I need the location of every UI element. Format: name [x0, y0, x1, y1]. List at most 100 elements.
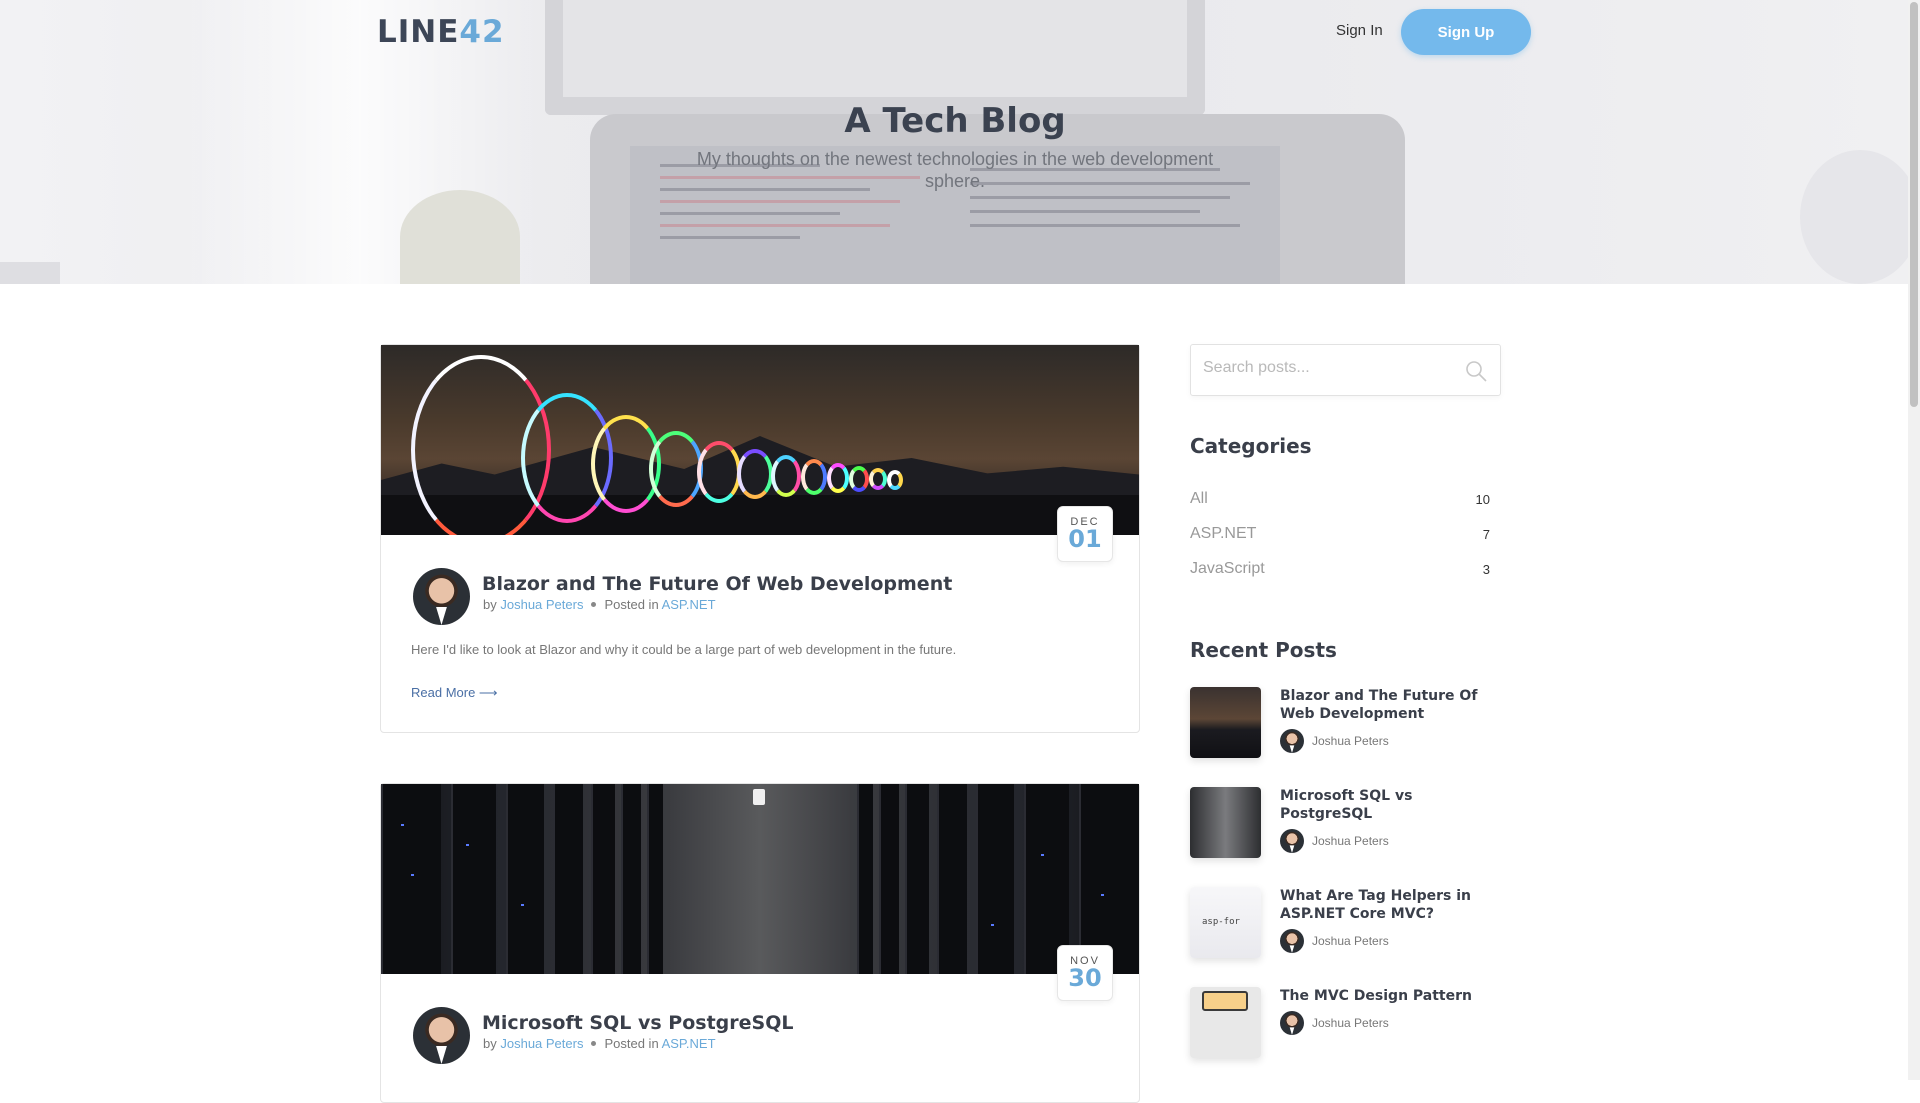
logo-text: LINE	[377, 14, 460, 50]
post-meta: by Joshua Peters Posted in ASP.NET	[483, 1036, 716, 1051]
light-ring	[801, 459, 827, 495]
recent-post-title[interactable]: The MVC Design Pattern	[1280, 987, 1480, 1005]
post-meta: by Joshua Peters Posted in ASP.NET	[483, 597, 716, 612]
hero-monitor-image	[545, 0, 1205, 115]
server-rack	[451, 784, 496, 974]
recent-post-thumbnail[interactable]	[1190, 987, 1261, 1058]
categories-heading: Categories	[1190, 434, 1312, 458]
page-scrollbar[interactable]	[1908, 0, 1920, 1080]
author-avatar	[1280, 729, 1304, 753]
recent-post-thumbnail[interactable]: asp-for	[1190, 887, 1261, 958]
recent-post-author: Joshua Peters	[1312, 1016, 1389, 1030]
sign-up-button[interactable]: Sign Up	[1401, 9, 1531, 55]
server-rack	[553, 784, 583, 974]
logo-accent-text: 42	[459, 14, 505, 50]
light-ring	[737, 449, 773, 499]
category-count: 10	[1475, 492, 1490, 507]
post-title[interactable]: Microsoft SQL vs PostgreSQL	[482, 1012, 793, 1034]
post-author-link[interactable]: Joshua Peters	[500, 1036, 583, 1051]
banner-ceiling-light	[753, 789, 765, 805]
server-rack	[937, 784, 967, 974]
recent-post-author: Joshua Peters	[1312, 834, 1389, 848]
sign-in-link[interactable]: Sign In	[1336, 22, 1383, 39]
server-rack	[905, 784, 929, 974]
post-card: DEC 01 Blazor and The Future Of Web Deve…	[380, 344, 1140, 733]
author-avatar[interactable]	[413, 1007, 470, 1064]
post-banner-server-room-image[interactable]	[381, 784, 1139, 974]
category-item-aspnet[interactable]: ASP.NET 7	[1190, 525, 1490, 543]
recent-post-author: Joshua Peters	[1312, 934, 1389, 948]
light-ring	[869, 468, 887, 490]
server-rack	[976, 784, 1014, 974]
server-led	[401, 824, 404, 826]
author-avatar[interactable]	[413, 568, 470, 625]
post-posted-in-label: Posted in	[604, 597, 659, 612]
hero-speaker-image	[1800, 150, 1920, 284]
server-rack	[381, 784, 441, 974]
category-label: All	[1190, 490, 1208, 507]
recent-post-thumbnail[interactable]	[1190, 787, 1261, 858]
post-card: NOV 30 Microsoft SQL vs PostgreSQL by Jo…	[380, 783, 1140, 1103]
search-box	[1190, 344, 1501, 396]
recent-post-title[interactable]: Microsoft SQL vs PostgreSQL	[1280, 787, 1480, 823]
server-rack	[879, 784, 899, 974]
hero-plant-image	[400, 190, 520, 284]
diagram-box	[1202, 991, 1248, 1011]
page-subtitle: My thoughts on the newest technologies i…	[696, 149, 1214, 191]
post-date-badge: DEC 01	[1057, 506, 1113, 562]
recent-post-item[interactable]: The MVC Design Pattern Joshua Peters	[1190, 987, 1490, 1077]
recent-post-title[interactable]: Blazor and The Future Of Web Development	[1280, 687, 1480, 723]
post-author-link[interactable]: Joshua Peters	[500, 597, 583, 612]
server-rack	[647, 784, 663, 974]
server-rack	[591, 784, 615, 974]
light-ring	[887, 470, 903, 490]
meta-separator	[591, 602, 597, 608]
light-ring	[849, 466, 869, 492]
hero-wall-detail	[0, 262, 60, 284]
light-ring	[697, 441, 741, 503]
page-title: A Tech Blog	[844, 101, 1066, 141]
author-avatar	[1280, 1011, 1304, 1035]
post-excerpt: Here I'd like to look at Blazor and why …	[411, 642, 957, 657]
server-led	[466, 844, 469, 846]
server-led	[991, 924, 994, 926]
category-item-javascript[interactable]: JavaScript 3	[1190, 560, 1490, 578]
thumbnail-code-text: asp-for	[1202, 917, 1240, 927]
light-ring	[771, 455, 801, 497]
category-count: 7	[1482, 527, 1490, 542]
category-label: JavaScript	[1190, 560, 1265, 577]
post-date-day: 30	[1068, 964, 1102, 992]
scrollbar-thumb[interactable]	[1910, 2, 1918, 407]
post-category-link[interactable]: ASP.NET	[662, 1036, 716, 1051]
post-category-link[interactable]: ASP.NET	[662, 597, 716, 612]
search-icon[interactable]	[1464, 359, 1488, 383]
post-by-label: by	[483, 1036, 497, 1051]
recent-post-title[interactable]: What Are Tag Helpers in ASP.NET Core MVC…	[1280, 887, 1480, 923]
server-led	[521, 904, 524, 906]
recent-post-item[interactable]: asp-for What Are Tag Helpers in ASP.NET …	[1190, 887, 1490, 977]
server-rack	[857, 784, 873, 974]
post-title[interactable]: Blazor and The Future Of Web Development	[482, 573, 952, 595]
post-date-badge: NOV 30	[1057, 945, 1113, 1001]
recent-post-item[interactable]: Microsoft SQL vs PostgreSQL Joshua Peter…	[1190, 787, 1490, 877]
post-date-day: 01	[1068, 525, 1102, 553]
site-logo[interactable]: LINE42	[377, 14, 505, 50]
post-banner-light-rings-image[interactable]	[381, 345, 1139, 535]
recent-posts-heading: Recent Posts	[1190, 638, 1337, 662]
meta-separator	[591, 1041, 597, 1047]
category-count: 3	[1482, 562, 1490, 577]
post-by-label: by	[483, 597, 497, 612]
light-ring	[649, 431, 703, 507]
category-item-all[interactable]: All 10	[1190, 490, 1490, 508]
recent-post-item[interactable]: Blazor and The Future Of Web Development…	[1190, 687, 1490, 777]
search-input[interactable]	[1203, 359, 1453, 377]
server-led	[1041, 854, 1044, 856]
recent-post-author: Joshua Peters	[1312, 734, 1389, 748]
server-rack	[621, 784, 641, 974]
read-more-link[interactable]: Read More ⟶	[411, 685, 498, 701]
recent-post-thumbnail[interactable]	[1190, 687, 1261, 758]
category-label: ASP.NET	[1190, 525, 1257, 542]
hero-section	[0, 0, 1920, 284]
author-avatar	[1280, 829, 1304, 853]
author-avatar	[1280, 929, 1304, 953]
